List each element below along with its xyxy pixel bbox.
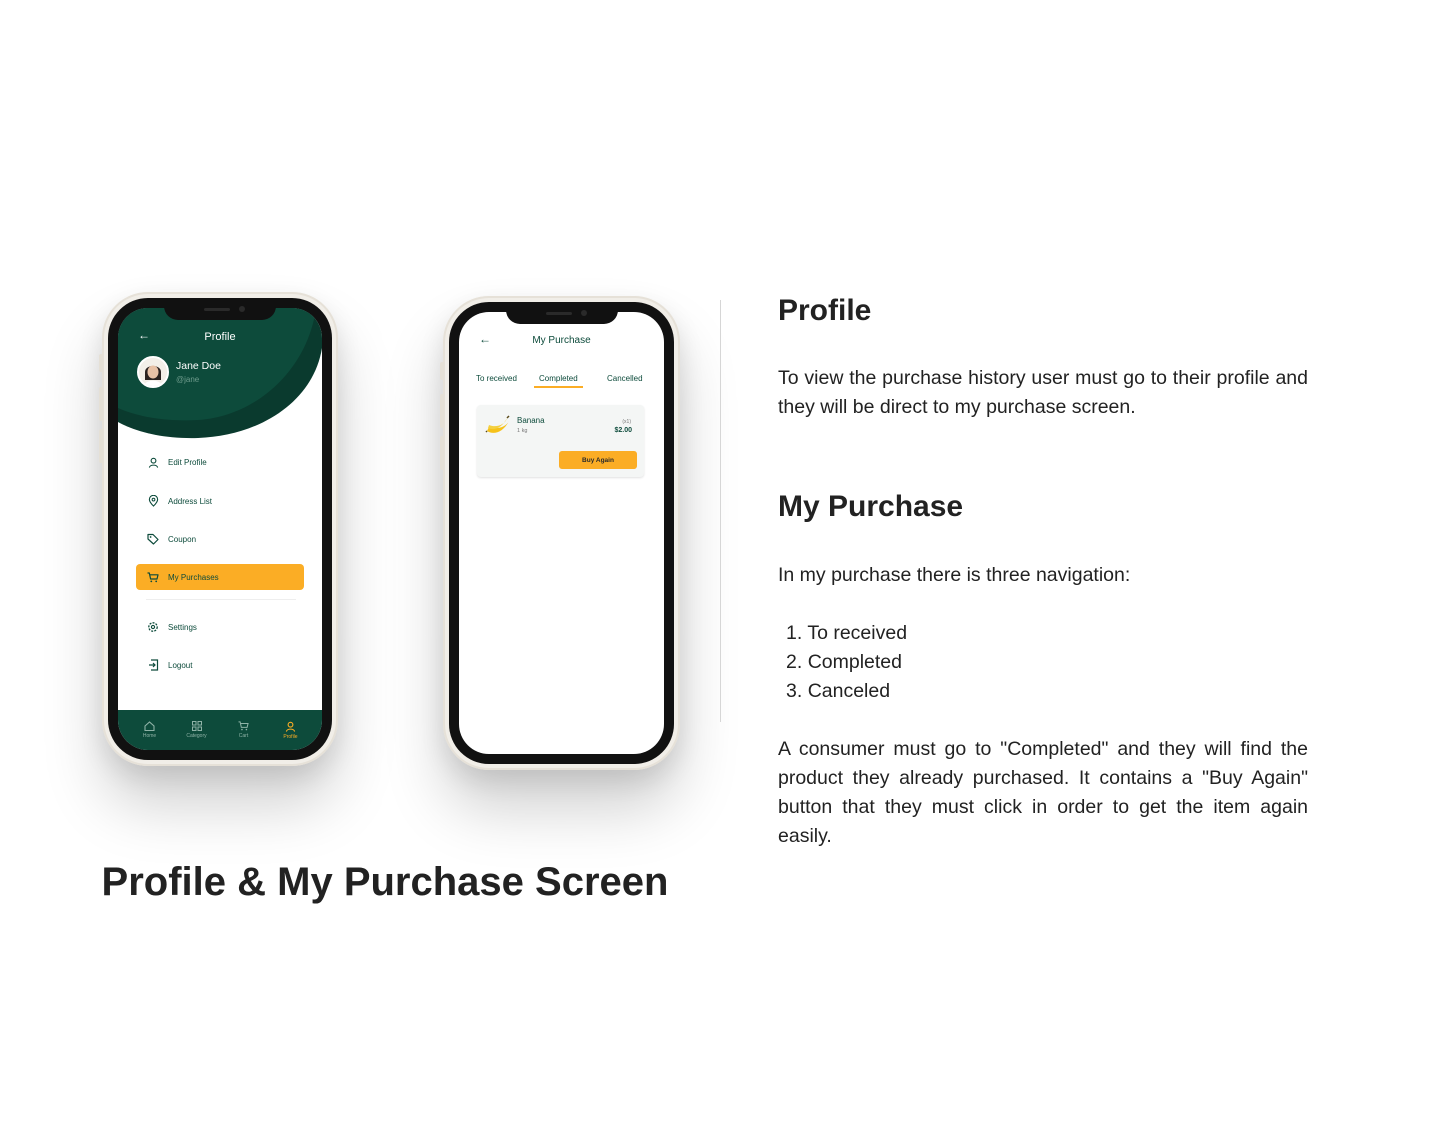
nav-label: Home — [142, 733, 157, 739]
phone-side-button — [99, 387, 103, 421]
nav-category[interactable]: Category — [177, 721, 217, 739]
purchase-phone-mockup: ← My Purchase To received Completed Canc… — [440, 296, 680, 770]
phone-side-button — [440, 436, 444, 470]
my-purchase-intro: In my purchase there is three navigation… — [778, 564, 1131, 586]
tab-to-received[interactable]: To received — [476, 374, 517, 383]
nav-label: Cart — [238, 733, 249, 739]
profile-heading: Profile — [778, 294, 872, 327]
navigation-list-item: 3. Canceled — [786, 680, 891, 702]
nav-profile[interactable]: Profile — [271, 721, 311, 740]
phone-side-button — [440, 362, 444, 380]
phone-side-button — [440, 394, 444, 428]
home-icon — [144, 721, 155, 731]
menu-item-my-purchases[interactable]: My Purchases — [136, 564, 304, 590]
nav-home[interactable]: Home — [130, 721, 170, 739]
nav-label: Profile — [283, 733, 298, 740]
phone-bezel: ← My Purchase To received Completed Canc… — [449, 302, 674, 764]
phone-notch — [164, 298, 276, 320]
avatar-image — [139, 358, 167, 386]
order-card: Banana 1 kg (x1) $2.00 Buy Again — [477, 405, 644, 477]
grid-icon — [191, 721, 202, 731]
navigation-item-label: Completed — [807, 651, 902, 673]
bottom-navigation: Home Category Cart Profile — [118, 710, 322, 750]
gear-icon — [146, 620, 160, 634]
tab-cancelled[interactable]: Cancelled — [607, 374, 643, 383]
my-purchase-description: A consumer must go to "Completed" and th… — [778, 738, 1308, 847]
navigation-item-label: Canceled — [807, 680, 891, 702]
user-name: Jane Doe — [176, 360, 221, 372]
purchase-screen: ← My Purchase To received Completed Canc… — [459, 312, 664, 754]
profile-phone-mockup: ← Profile Jane Doe @jane Edit Profile Ad… — [99, 292, 338, 766]
product-quantity: (x1) — [622, 419, 631, 425]
cart-icon — [146, 570, 160, 584]
menu-item-label: Coupon — [168, 534, 197, 544]
buy-again-button[interactable]: Buy Again — [559, 451, 637, 469]
menu-item-label: Logout — [168, 660, 193, 670]
cart-icon — [238, 721, 249, 731]
navigation-item-label: To received — [807, 622, 908, 644]
menu-item-edit-profile[interactable]: Edit Profile — [136, 449, 304, 475]
profile-description: To view the purchase history user must g… — [778, 367, 1308, 418]
logout-icon — [146, 658, 160, 672]
phone-side-button — [99, 429, 103, 463]
menu-item-address-list[interactable]: Address List — [136, 488, 304, 514]
menu-item-label: My Purchases — [168, 572, 219, 582]
product-name: Banana — [517, 416, 545, 425]
nav-cart[interactable]: Cart — [224, 721, 264, 739]
phone-bezel: ← Profile Jane Doe @jane Edit Profile Ad… — [108, 298, 332, 760]
user-icon — [285, 721, 296, 732]
user-icon — [146, 455, 160, 469]
phone-side-button — [99, 354, 103, 372]
avatar — [137, 356, 169, 388]
profile-screen: ← Profile Jane Doe @jane Edit Profile Ad… — [118, 308, 322, 750]
purchase-title: My Purchase — [532, 335, 591, 346]
menu-divider — [146, 599, 296, 600]
navigation-list: 1. To received 2. Completed 3. Canceled — [786, 619, 907, 706]
navigation-list-item: 2. Completed — [786, 651, 902, 673]
menu-item-label: Settings — [168, 622, 197, 632]
my-purchase-heading: My Purchase — [778, 490, 964, 523]
menu-item-coupon[interactable]: Coupon — [136, 526, 304, 552]
phone-notch — [505, 302, 618, 324]
vertical-divider — [720, 300, 721, 722]
profile-title: Profile — [204, 331, 236, 343]
screen-caption: Profile & My Purchase Screen — [101, 860, 669, 904]
location-pin-icon — [146, 494, 160, 508]
profile-header: ← Profile Jane Doe @jane — [118, 308, 322, 458]
product-price: $2.00 — [614, 427, 632, 434]
menu-item-label: Address List — [168, 496, 213, 506]
tab-completed[interactable]: Completed — [534, 374, 583, 388]
navigation-list-item: 1. To received — [786, 622, 908, 644]
product-weight: 1 kg — [517, 428, 528, 434]
menu-item-logout[interactable]: Logout — [136, 652, 304, 678]
menu-item-settings[interactable]: Settings — [136, 614, 304, 640]
user-handle: @jane — [176, 375, 200, 384]
tag-icon — [146, 532, 160, 546]
menu-item-label: Edit Profile — [168, 457, 207, 467]
nav-label: Category — [186, 733, 207, 739]
banana-icon — [485, 415, 510, 433]
